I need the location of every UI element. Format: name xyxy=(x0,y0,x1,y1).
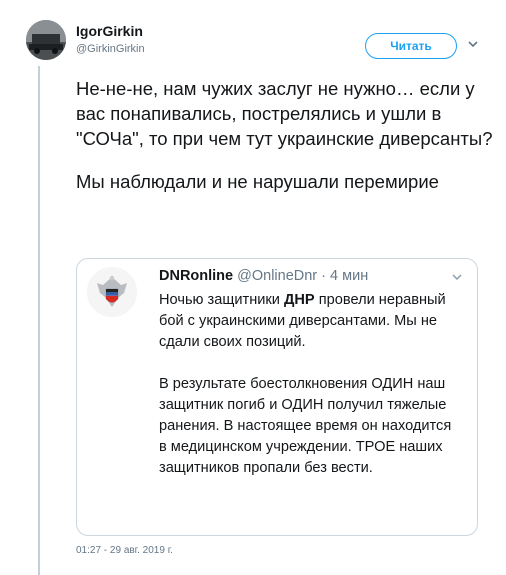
tweet-paragraph: Мы наблюдали и не нарушали перемирие xyxy=(76,171,439,192)
chevron-down-icon[interactable] xyxy=(451,271,463,283)
quoted-bold-text: ДНР xyxy=(284,292,315,308)
quoted-handle[interactable]: @OnlineDnr xyxy=(237,268,317,284)
follow-button[interactable]: Читать xyxy=(365,33,457,59)
author-name[interactable]: IgorGirkin xyxy=(76,23,143,39)
quoted-time[interactable]: 4 мин xyxy=(330,268,368,284)
tweet-timestamp[interactable]: 01:27 - 29 авг. 2019 г. xyxy=(76,545,173,556)
author-handle[interactable]: @GirkinGirkin xyxy=(76,43,145,55)
chevron-down-icon[interactable] xyxy=(466,37,480,51)
dpr-coat-of-arms-logo xyxy=(87,267,137,317)
quoted-paragraph: В результате боестолкновения ОДИН наш за… xyxy=(159,376,452,476)
quoted-paragraph: Ночью защитники ДНР провели неравный бой… xyxy=(159,290,459,353)
quoted-text: Ночью защитники ДНР провели неравный бой… xyxy=(159,290,459,479)
tweet-text: Не-не-не, нам чужих заслуг не нужно… есл… xyxy=(76,76,496,194)
quoted-name[interactable]: DNRonline xyxy=(159,268,233,284)
quoted-tweet[interactable]: DNRonline @OnlineDnr · 4 мин Ночью защит… xyxy=(76,258,478,536)
separator: · xyxy=(317,268,331,284)
tweet-paragraph: Не-не-не, нам чужих заслуг не нужно… есл… xyxy=(76,78,493,149)
thread-line xyxy=(38,66,40,575)
quoted-avatar[interactable] xyxy=(87,267,137,317)
author-avatar[interactable] xyxy=(26,20,66,60)
quoted-text-part: Ночью защитники xyxy=(159,292,284,308)
quoted-header: DNRonline @OnlineDnr · 4 мин xyxy=(159,268,368,284)
